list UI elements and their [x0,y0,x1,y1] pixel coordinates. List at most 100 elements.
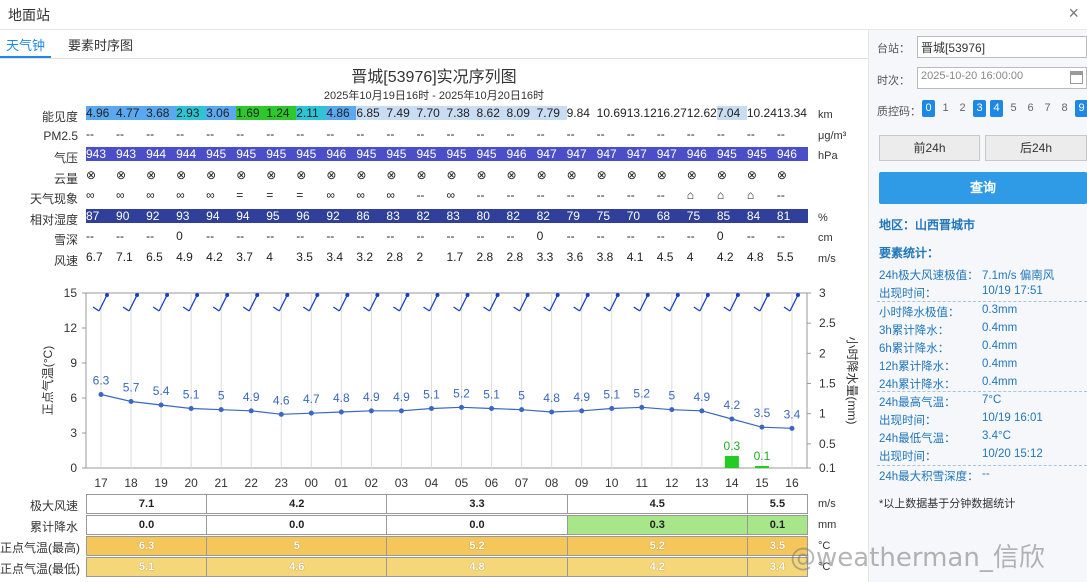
qc-code-chip[interactable]: 7 [1041,100,1054,117]
table-cell: ⊗ [626,167,658,182]
table-cell: -- [296,229,328,243]
chart-panel: 晋城[53976]实况序列图 2025年10月19日16时 - 2025年10月… [0,60,868,582]
stat-label: 24h累计降水： [879,379,956,391]
summary-cell: 4.5 [566,494,748,514]
table-cell: -- [386,229,418,243]
table-cell: 7.49 [386,106,418,120]
wind-barb-tick [543,306,551,312]
table-cell: ⊗ [746,167,778,182]
table-cell: -- [566,229,598,243]
temperature-label: 5.2 [453,386,470,400]
temperature-label: 4.2 [724,398,741,412]
wind-barb-dot [525,293,530,297]
wind-barb-dot [435,293,440,297]
y2-axis-label: 小时降水量(mm) [845,337,859,425]
x-tick-label: 13 [695,476,709,490]
y2-tick-label: 0.1 [819,461,836,475]
table-cell: -- [776,126,808,141]
temperature-point [759,424,765,430]
table-cell: 4.96 [86,106,118,120]
table-cell: 13.12 [626,106,658,120]
wind-barb-dot [465,293,470,297]
qc-code-chip[interactable]: 5 [1007,100,1020,117]
table-cell: 85 [716,208,748,223]
wind-barb-tick [513,306,520,312]
qc-code-chip[interactable]: 6 [1024,100,1037,117]
table-cell: ⊗ [326,167,358,182]
stat-value: 10/19 16:01 [982,412,1043,424]
stats-note: *以上数据基于分钟数据统计 [879,498,1016,510]
table-cell: 945 [386,147,418,161]
wind-barb-tick [633,306,641,312]
x-tick-label: 14 [725,476,739,490]
table-cell: 9.84 [566,106,598,120]
table-cell: 1.7 [446,249,478,264]
wind-barb-tick [152,306,160,312]
precip-label: 0.1 [754,449,771,463]
summary-cell: 0.3 [566,515,748,535]
y-tick-label: 9 [70,356,77,370]
table-cell: -- [686,126,718,141]
table-cell: 946 [686,147,718,161]
table-cell: -- [626,229,658,243]
x-tick-label: 03 [395,476,409,490]
station-input[interactable]: 晋城[53976] [917,36,1087,58]
query-button[interactable]: 查询 [879,172,1087,204]
table-cell: 79 [566,208,598,223]
table-cell: 2.8 [386,249,418,264]
y-tick-label: 15 [64,286,78,300]
x-tick-label: 19 [154,476,168,490]
table-cell: ∞ [326,188,358,202]
table-cell: -- [656,126,688,141]
table-cell: 945 [746,147,778,161]
next-24h-button[interactable]: 后24h [985,135,1087,161]
qc-code-chip[interactable]: 3 [973,100,986,117]
table-cell: 945 [236,147,268,161]
wind-barb-icon [278,294,288,312]
table-cell: 86 [356,208,388,223]
y2-tick-label: 1 [819,407,826,421]
wind-barb-dot [285,293,290,297]
tab-weather-clock[interactable]: 天气钟 [0,34,52,58]
table-cell: 10.69 [596,106,628,120]
qc-code-chip[interactable]: 1 [939,100,952,117]
temperature-point [218,407,224,413]
table-cell: 81 [776,208,808,223]
prev-24h-button[interactable]: 前24h [879,135,980,161]
calendar-icon[interactable] [1070,71,1083,84]
qc-code-chip[interactable]: 9 [1075,100,1087,117]
stat-value: 0.4mm [982,376,1018,388]
window-titlebar: 地面站 × [0,0,1087,30]
time-input[interactable]: 2025-10-20 16:00:00 [917,67,1087,89]
table-cell: 83 [446,208,478,223]
wind-barb-dot [195,293,200,297]
wind-barb-tick [302,306,310,312]
table-cell: -- [326,126,358,141]
temperature-label: 4.9 [393,390,410,404]
summary-cell: 5.5 [746,494,808,514]
tab-element-timeseries[interactable]: 要素时序图 [62,34,139,58]
qc-code-chip[interactable]: 2 [956,100,969,117]
table-cell: 4.9 [176,249,208,264]
wind-barb-tick [603,306,611,312]
temperature-label: 5.1 [603,388,620,402]
qc-code-chip[interactable]: 8 [1058,100,1071,117]
table-cell: -- [266,126,298,141]
table-cell: 947 [566,147,598,161]
table-cell: ⊗ [206,167,238,182]
qc-code-chip[interactable]: 4 [990,100,1003,117]
wind-barb-dot [135,293,140,297]
chart-title: 晋城[53976]实况序列图 [351,69,517,86]
temperature-label: 5 [668,389,675,403]
qc-code-chip[interactable]: 0 [922,100,935,117]
close-icon[interactable]: × [1068,3,1079,24]
summary-row-label: 累计降水 [29,520,78,534]
wind-barb-tick [753,306,761,312]
temperature-point [609,406,615,411]
wind-barb-icon [398,294,409,312]
wind-barb-icon [759,294,769,312]
wind-barb-icon [519,294,529,312]
temperature-point [158,402,164,408]
table-cell: 7.38 [446,106,478,120]
summary-cell: 0.0 [86,515,208,535]
